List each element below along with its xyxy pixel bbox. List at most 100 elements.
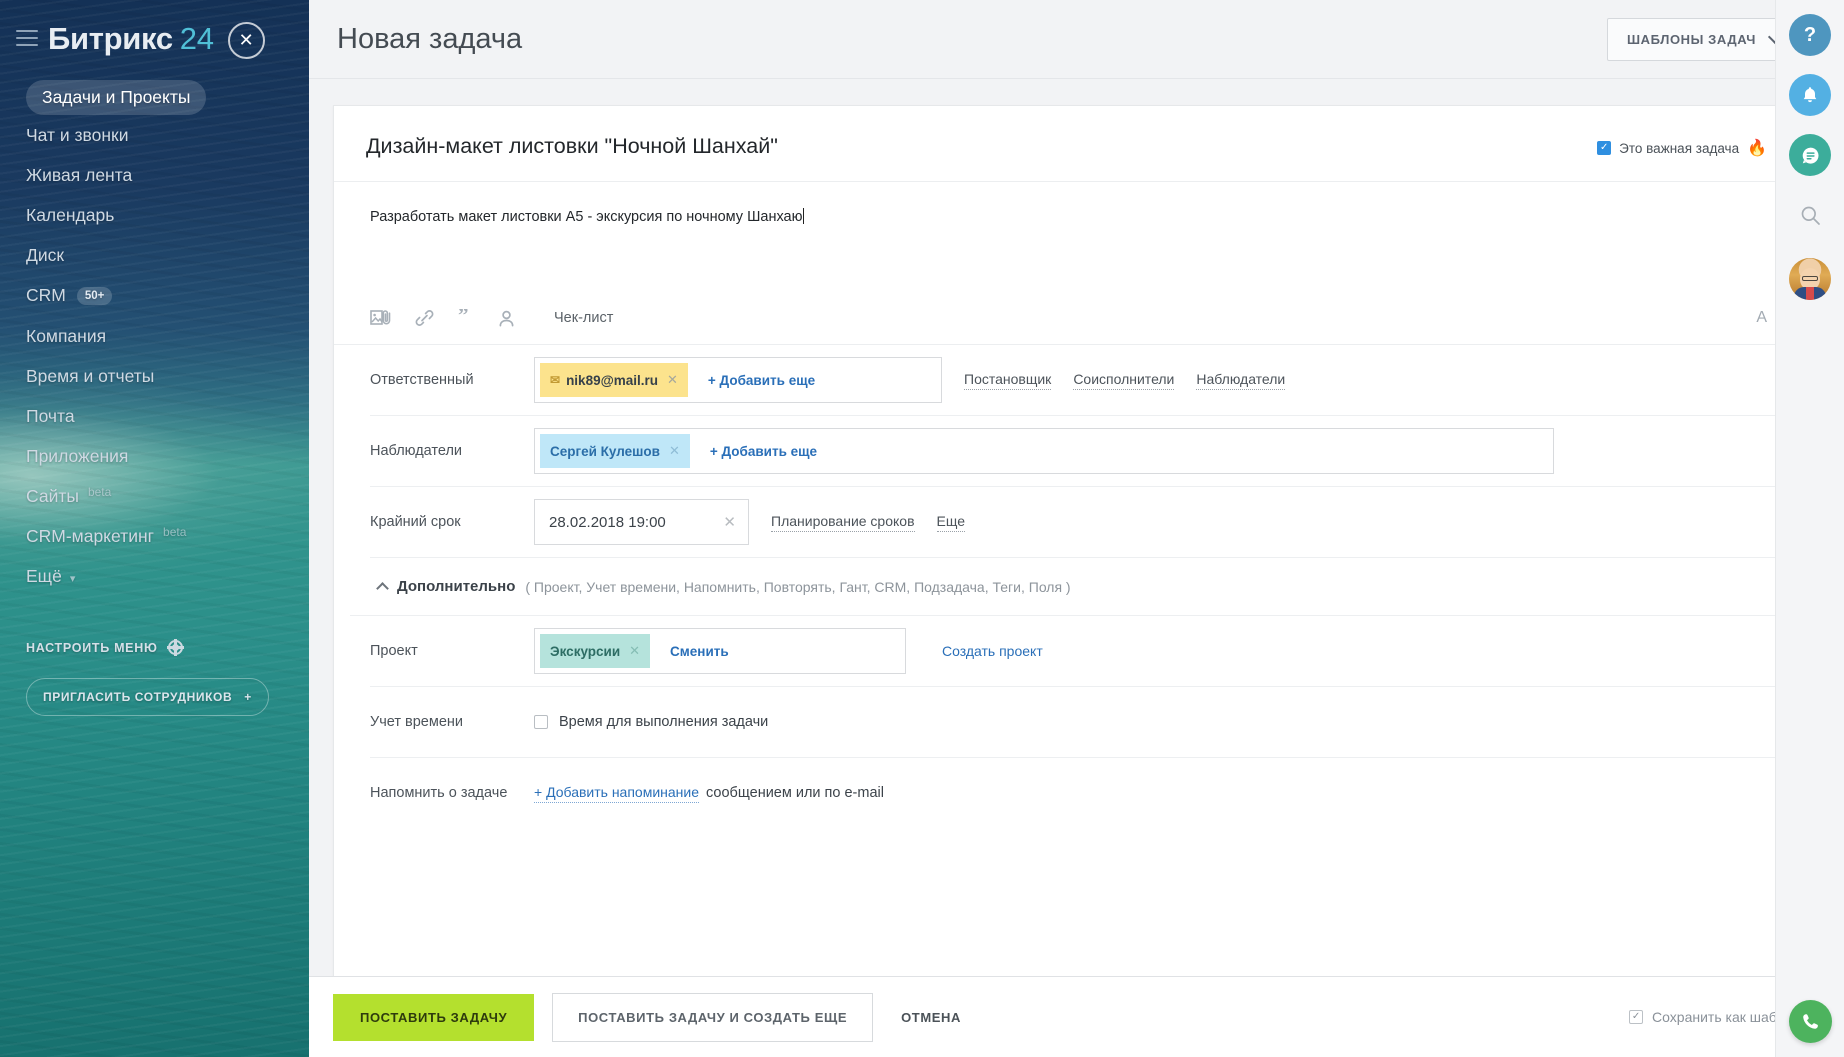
sidebar-item-crm[interactable]: CRM 50+ bbox=[0, 275, 309, 316]
task-fields: Ответственный ✉ nik89@mail.ru ✕ + Добави… bbox=[334, 344, 1799, 829]
link-coexecutors[interactable]: Соисполнители bbox=[1073, 371, 1174, 390]
responsible-row: Ответственный ✉ nik89@mail.ru ✕ + Добави… bbox=[370, 345, 1779, 416]
right-toolbar: ? bbox=[1775, 0, 1844, 1057]
change-project-button[interactable]: Сменить bbox=[656, 644, 743, 659]
responsible-add-more-button[interactable]: + Добавить еще bbox=[694, 373, 829, 388]
responsible-field[interactable]: ✉ nik89@mail.ru ✕ + Добавить еще bbox=[534, 357, 942, 403]
task-templates-button[interactable]: ШАБЛОНЫ ЗАДАЧ bbox=[1607, 18, 1800, 61]
setup-menu-button[interactable]: НАСТРОИТЬ МЕНЮ bbox=[26, 640, 283, 655]
sidebar-item-label: Время и отчеты bbox=[26, 366, 154, 387]
notifications-bell-icon[interactable] bbox=[1789, 74, 1831, 116]
link-creator[interactable]: Постановщик bbox=[964, 371, 1051, 390]
hamburger-menu-icon[interactable] bbox=[16, 30, 38, 51]
sidebar-item-label: Компания bbox=[26, 326, 106, 347]
time-tracking-checkbox-label: Время для выполнения задачи bbox=[559, 714, 768, 730]
observers-field[interactable]: Сергей Кулешов ✕ + Добавить еще bbox=[534, 428, 1554, 474]
task-title-input[interactable]: Дизайн-макет листовки "Ночной Шанхай" bbox=[366, 134, 778, 159]
task-description-area[interactable]: Разработать макет листовки А5 - экскурси… bbox=[334, 182, 1799, 292]
cancel-button[interactable]: ОТМЕНА bbox=[891, 994, 971, 1041]
sidebar-item-company[interactable]: Компания bbox=[0, 316, 309, 356]
link-observers[interactable]: Наблюдатели bbox=[1196, 371, 1285, 390]
gear-icon bbox=[168, 640, 183, 655]
sidebar-item-drive[interactable]: Диск bbox=[0, 235, 309, 275]
plus-icon: + bbox=[244, 690, 252, 704]
project-tag[interactable]: Экскурсии ✕ bbox=[540, 634, 650, 668]
sidebar-item-label: Ещё bbox=[26, 566, 62, 587]
create-project-link[interactable]: Создать проект bbox=[942, 643, 1043, 659]
observer-tag-label: Сергей Кулешов bbox=[550, 444, 660, 459]
important-task-label: Это важная задача bbox=[1619, 141, 1739, 156]
quote-icon[interactable]: ” bbox=[457, 309, 475, 327]
additional-section-toggle[interactable]: Дополнительно ( Проект, Учет времени, На… bbox=[350, 558, 1779, 616]
sidebar-item-chat[interactable]: Чат и звонки bbox=[0, 115, 309, 155]
create-task-button[interactable]: ПОСТАВИТЬ ЗАДАЧУ bbox=[333, 994, 534, 1041]
task-title-row: Дизайн-макет листовки "Ночной Шанхай" ✓ … bbox=[334, 106, 1799, 182]
sidebar-item-calendar[interactable]: Календарь bbox=[0, 195, 309, 235]
sidebar-item-label: Живая лента bbox=[26, 165, 132, 186]
sidebar-item-apps[interactable]: Приложения bbox=[0, 436, 309, 476]
observer-tag[interactable]: Сергей Кулешов ✕ bbox=[540, 434, 690, 468]
sidebar-item-sites[interactable]: Сайты beta bbox=[0, 476, 309, 516]
observers-add-more-button[interactable]: + Добавить еще bbox=[696, 444, 831, 459]
link-time-planning[interactable]: Планирование сроков bbox=[771, 513, 915, 532]
sidebar-logo-row: Битрикс 24 ✕ bbox=[0, 0, 309, 62]
responsible-tag[interactable]: ✉ nik89@mail.ru ✕ bbox=[540, 363, 688, 397]
sidebar-item-label: Задачи и Проекты bbox=[42, 87, 190, 108]
sidebar-item-more[interactable]: Ещё ▾ bbox=[0, 556, 309, 596]
project-label: Проект bbox=[370, 643, 534, 659]
phone-call-button[interactable] bbox=[1789, 1000, 1832, 1043]
sidebar-item-label: Приложения bbox=[26, 446, 128, 467]
add-reminder-link[interactable]: + Добавить напоминание bbox=[534, 784, 699, 803]
important-task-toggle[interactable]: ✓ Это важная задача 🔥 bbox=[1597, 134, 1767, 158]
project-row: Проект Экскурсии ✕ Сменить Создать проек… bbox=[370, 616, 1779, 687]
create-task-and-more-button[interactable]: ПОСТАВИТЬ ЗАДАЧУ И СОЗДАТЬ ЕЩЕ bbox=[552, 993, 873, 1042]
clear-deadline-icon[interactable]: ✕ bbox=[723, 513, 736, 531]
checklist-button[interactable]: Чек-лист bbox=[554, 310, 613, 326]
invite-employees-button[interactable]: ПРИГЛАСИТЬ СОТРУДНИКОВ + bbox=[26, 678, 269, 716]
top-bar: Новая задача ШАБЛОНЫ ЗАДАЧ bbox=[309, 0, 1844, 79]
sidebar-item-label: Почта bbox=[26, 406, 75, 427]
crm-count-badge: 50+ bbox=[77, 287, 113, 305]
time-tracking-checkbox[interactable] bbox=[534, 715, 548, 729]
sidebar-item-tasks[interactable]: Задачи и Проекты bbox=[26, 80, 206, 115]
sidebar-item-mail[interactable]: Почта bbox=[0, 396, 309, 436]
sidebar: Битрикс 24 ✕ Задачи и Проекты Чат и звон… bbox=[0, 0, 309, 1057]
editor-toolbar: ” Чек-лист A bbox=[334, 292, 1799, 344]
sidebar-item-crm-marketing[interactable]: CRM-маркетинг beta bbox=[0, 516, 309, 556]
attach-file-icon[interactable] bbox=[370, 309, 392, 327]
remove-tag-icon[interactable]: ✕ bbox=[667, 372, 678, 388]
font-settings-icon[interactable]: A bbox=[1756, 309, 1767, 327]
brand-number: 24 bbox=[180, 21, 214, 57]
observers-row: Наблюдатели Сергей Кулешов ✕ + Добавить … bbox=[370, 416, 1779, 487]
save-as-template-checkbox[interactable]: ✓ bbox=[1629, 1010, 1643, 1024]
text-cursor bbox=[803, 208, 804, 224]
project-field[interactable]: Экскурсии ✕ Сменить bbox=[534, 628, 906, 674]
sidebar-item-feed[interactable]: Живая лента bbox=[0, 155, 309, 195]
help-icon[interactable]: ? bbox=[1789, 14, 1831, 56]
sidebar-item-label: Календарь bbox=[26, 205, 114, 226]
deadline-row: Крайний срок 28.02.2018 19:00 ✕ Планиров… bbox=[370, 487, 1779, 558]
chat-messages-icon[interactable] bbox=[1789, 134, 1831, 176]
brand-logo[interactable]: Битрикс 24 bbox=[48, 21, 214, 57]
sidebar-item-label: Сайты bbox=[26, 486, 79, 507]
remove-tag-icon[interactable]: ✕ bbox=[669, 443, 680, 459]
close-icon[interactable]: ✕ bbox=[228, 22, 265, 59]
sidebar-item-label: CRM bbox=[26, 285, 66, 306]
link-icon[interactable] bbox=[414, 309, 435, 327]
additional-title: Дополнительно bbox=[397, 578, 515, 595]
project-tag-label: Экскурсии bbox=[550, 644, 620, 659]
sidebar-item-time-reports[interactable]: Время и отчеты bbox=[0, 356, 309, 396]
beta-badge: beta bbox=[163, 525, 186, 539]
important-checkbox[interactable]: ✓ bbox=[1597, 141, 1611, 155]
beta-badge: beta bbox=[88, 485, 111, 499]
mention-person-icon[interactable] bbox=[497, 309, 516, 328]
avatar-glasses bbox=[1802, 276, 1818, 281]
remove-tag-icon[interactable]: ✕ bbox=[629, 643, 640, 659]
reminder-row: Напомнить о задаче + Добавить напоминани… bbox=[370, 758, 1779, 829]
link-more[interactable]: Еще bbox=[937, 513, 966, 532]
task-templates-label: ШАБЛОНЫ ЗАДАЧ bbox=[1627, 32, 1756, 47]
action-bar: ПОСТАВИТЬ ЗАДАЧУ ПОСТАВИТЬ ЗАДАЧУ И СОЗД… bbox=[309, 976, 1844, 1057]
deadline-input[interactable]: 28.02.2018 19:00 ✕ bbox=[534, 499, 749, 545]
user-avatar[interactable] bbox=[1789, 258, 1831, 300]
search-icon[interactable] bbox=[1789, 194, 1831, 236]
